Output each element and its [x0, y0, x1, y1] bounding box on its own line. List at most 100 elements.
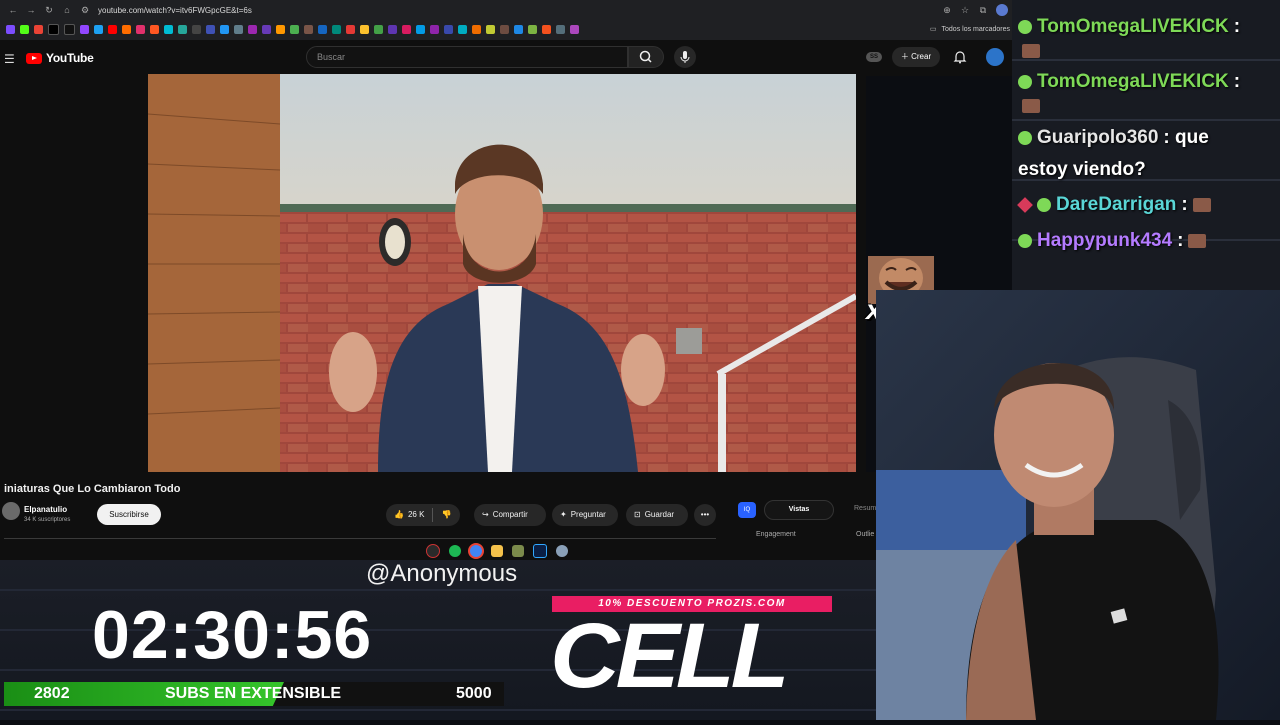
bookmark-icon[interactable]: [178, 24, 187, 34]
bookmark-icon[interactable]: [486, 24, 495, 34]
badge-icon: [1018, 131, 1032, 145]
hamburger-menu-icon[interactable]: ☰: [4, 52, 15, 66]
bookmark-icon[interactable]: [514, 24, 523, 34]
video-player[interactable]: [148, 74, 856, 472]
obs-icon[interactable]: [426, 544, 440, 558]
bookmark-icon[interactable]: [234, 24, 243, 34]
bookmark-icon[interactable]: [248, 24, 257, 34]
site-info-icon[interactable]: ⚙: [80, 5, 90, 16]
bookmark-icon[interactable]: [332, 24, 341, 34]
file-explorer-icon[interactable]: [491, 545, 503, 557]
bookmark-icon[interactable]: [360, 24, 369, 34]
bookmark-icon[interactable]: [304, 24, 313, 34]
bookmark-icon[interactable]: [290, 24, 299, 34]
bookmark-icon[interactable]: [150, 24, 159, 34]
subs-current: 2802: [34, 685, 70, 702]
search-button[interactable]: [628, 46, 664, 68]
home-icon[interactable]: ⌂: [62, 5, 72, 15]
address-bar[interactable]: ← → ↻ ⌂ ⚙ youtube.com/watch?v=itv6FWGpcG…: [8, 2, 1008, 18]
chat-text: :: [1233, 71, 1241, 92]
bookmark-icon[interactable]: [122, 24, 131, 34]
chat-text: :: [1177, 230, 1184, 251]
bookmark-icon[interactable]: [48, 23, 59, 35]
bookmark-icon[interactable]: [108, 24, 117, 34]
chat-username[interactable]: DareDarrigan: [1056, 194, 1176, 216]
chrome-icon[interactable]: [470, 545, 482, 557]
bookmark-icon[interactable]: [346, 24, 355, 34]
like-button[interactable]: 👍 26 K: [394, 504, 424, 526]
bookmark-icon[interactable]: [528, 24, 537, 34]
bookmark-icon[interactable]: [416, 24, 425, 34]
bookmark-icon[interactable]: [94, 24, 103, 34]
ask-button[interactable]: ✦ Preguntar: [552, 504, 618, 526]
bookmark-icon[interactable]: [64, 23, 75, 35]
tab-resumen[interactable]: Resum: [854, 505, 876, 512]
chat-message: Guaripolo360 : que: [1018, 127, 1209, 149]
chat-username[interactable]: TomOmegaLIVEKICK: [1037, 16, 1229, 38]
bookmark-icon[interactable]: [164, 24, 173, 34]
save-button[interactable]: ⊡ Guardar: [626, 504, 688, 526]
extension-logo-icon[interactable]: IQ: [738, 502, 756, 518]
photoshop-icon[interactable]: [533, 544, 547, 558]
bookmark-icon[interactable]: [206, 24, 215, 34]
chat-username[interactable]: Happypunk434: [1037, 230, 1172, 252]
star-icon[interactable]: ☆: [960, 5, 970, 16]
bookmark-icon[interactable]: [402, 24, 411, 34]
tab-vistas[interactable]: Vistas: [764, 500, 834, 520]
notifications-button[interactable]: [952, 49, 968, 65]
thumbs-down-icon[interactable]: 👎: [441, 504, 451, 526]
bookmark-icon[interactable]: [220, 24, 229, 34]
bookmark-icon[interactable]: [430, 24, 439, 34]
bookmark-icon[interactable]: [20, 24, 29, 34]
all-bookmarks-label[interactable]: Todos los marcadores: [942, 26, 1010, 33]
bookmark-icon[interactable]: [388, 24, 397, 34]
like-dislike-group: 👍 26 K 👎: [386, 504, 460, 526]
reload-icon[interactable]: ↻: [44, 5, 54, 16]
channel-avatar[interactable]: [2, 502, 20, 520]
voice-search-button[interactable]: [674, 46, 696, 68]
bookmark-icon[interactable]: [80, 24, 89, 34]
minecraft-icon[interactable]: [512, 545, 524, 557]
chat-username[interactable]: TomOmegaLIVEKICK: [1037, 71, 1229, 93]
ss-badge[interactable]: SS: [866, 52, 882, 62]
account-avatar[interactable]: [986, 48, 1004, 66]
bookmark-icon[interactable]: [374, 24, 383, 34]
zoom-icon[interactable]: ⊕: [942, 5, 952, 16]
share-button[interactable]: ↪ Compartir: [474, 504, 546, 526]
subs-goal: 5000: [456, 685, 492, 702]
back-icon[interactable]: ←: [8, 5, 18, 15]
chat-text: :: [1233, 16, 1241, 37]
bookmark-icon[interactable]: [34, 24, 43, 34]
bookmark-icon[interactable]: [472, 24, 481, 34]
forward-icon[interactable]: →: [26, 5, 36, 15]
share-label: Compartir: [492, 510, 528, 519]
subathon-timer: 02:30:56: [92, 597, 373, 673]
bookmark-icon[interactable]: [570, 24, 579, 34]
bookmark-icon[interactable]: [136, 24, 145, 34]
url-text[interactable]: youtube.com/watch?v=itv6FWGpcGE&t=6s: [98, 6, 934, 15]
create-button[interactable]: ＋ Crear: [892, 47, 940, 67]
bookmark-icon[interactable]: [556, 24, 565, 34]
youtube-logo[interactable]: YouTube: [26, 51, 94, 65]
extensions-icon[interactable]: ⧉: [978, 5, 988, 16]
bookmark-icon[interactable]: [6, 24, 15, 34]
bell-icon: [953, 51, 967, 64]
bookmark-icon[interactable]: [444, 24, 453, 34]
bookmark-icon[interactable]: [458, 24, 467, 34]
spotify-icon[interactable]: [449, 545, 461, 557]
bookmark-icon[interactable]: [192, 24, 201, 34]
bookmark-icon[interactable]: [500, 24, 509, 34]
bookmark-icon[interactable]: [318, 24, 327, 34]
search-input[interactable]: Buscar: [306, 46, 628, 68]
profile-icon[interactable]: [996, 4, 1008, 16]
more-actions-button[interactable]: •••: [694, 504, 716, 526]
chat-username[interactable]: Guaripolo360: [1037, 127, 1158, 149]
bookmark-icon[interactable]: [262, 24, 271, 34]
subscribe-button[interactable]: Suscribirse: [97, 504, 161, 525]
app-icon[interactable]: [556, 545, 568, 557]
channel-name[interactable]: Elpanatulio: [24, 505, 67, 514]
page-background-right: [856, 76, 866, 476]
bookmark-icon[interactable]: [542, 24, 551, 34]
bookmark-icon[interactable]: [276, 24, 285, 34]
emote-icon: [1022, 44, 1040, 58]
